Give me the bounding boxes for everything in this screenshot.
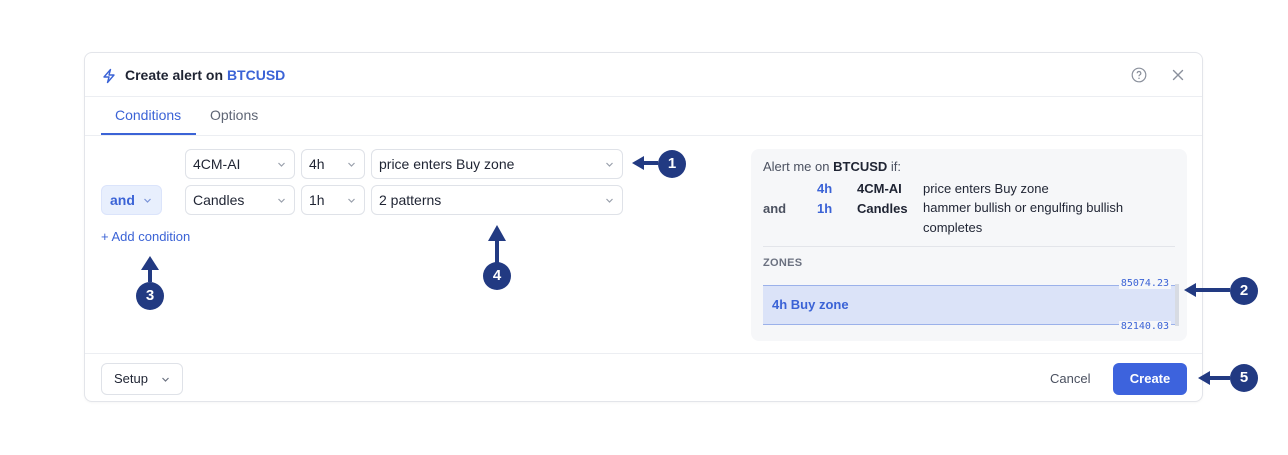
indicator-select-1[interactable]: 4CM-AI (185, 149, 295, 179)
arrow-left-icon (1184, 283, 1230, 297)
setup-label: Setup (114, 371, 148, 386)
arrow-left-icon (632, 156, 658, 170)
zone-scrollbar[interactable] (1175, 284, 1179, 326)
dialog-footer: Setup Cancel Create (85, 353, 1202, 402)
timeframe-select-2[interactable]: 1h (301, 185, 365, 215)
indicator-select-2-value: Candles (193, 192, 245, 208)
annotation-marker-3: 3 (136, 282, 164, 310)
tab-conditions[interactable]: Conditions (115, 107, 181, 123)
summary-symbol: BTCUSD (833, 159, 888, 174)
condition-select-1-value: price enters Buy zone (379, 156, 515, 172)
indicator-select-2[interactable]: Candles (185, 185, 295, 215)
annotation-marker-4: 4 (483, 262, 511, 290)
alert-summary-panel: Alert me on BTCUSD if: 4h 4CM-AI price e… (751, 149, 1187, 341)
summary-row-2-operator: and (763, 201, 787, 216)
summary-lead: Alert me on BTCUSD if: (763, 159, 901, 174)
chevron-down-icon (278, 198, 285, 203)
zone-bar: 4h Buy zone 85074.23 82140.03 (763, 278, 1179, 332)
tab-bar: Conditions Options (85, 97, 1202, 136)
zone-name: 4h Buy zone (772, 297, 849, 312)
close-icon[interactable] (1171, 68, 1185, 82)
create-button[interactable]: Create (1113, 363, 1187, 395)
summary-row-1-timeframe: 4h (817, 181, 833, 196)
arrow-left-icon (1198, 371, 1230, 385)
timeframe-select-1[interactable]: 4h (301, 149, 365, 179)
operator-select-value: and (110, 192, 135, 208)
summary-divider (763, 246, 1175, 247)
title-prefix: Create alert on (125, 67, 224, 83)
condition-select-2-value: 2 patterns (379, 192, 442, 208)
tab-options[interactable]: Options (210, 107, 258, 123)
summary-row-2-condition: hammer bullish or engulfing bullish comp… (923, 200, 1124, 235)
annotation-marker-1: 1 (658, 150, 686, 178)
dialog-title: Create alert on BTCUSD (125, 67, 285, 83)
operator-select[interactable]: and (101, 185, 162, 215)
chevron-down-icon (144, 198, 151, 203)
chevron-down-icon (278, 162, 285, 167)
condition-select-2[interactable]: 2 patterns (371, 185, 623, 215)
zone-upper-price: 85074.23 (1118, 278, 1171, 289)
summary-lead-suffix: if: (890, 159, 902, 174)
zone-lower-price: 82140.03 (1118, 321, 1171, 332)
annotation-marker-5: 5 (1230, 364, 1258, 392)
help-icon[interactable] (1131, 67, 1147, 83)
condition-select-1[interactable]: price enters Buy zone (371, 149, 623, 179)
lightning-icon (103, 68, 115, 84)
arrow-up-icon (488, 225, 506, 263)
chevron-down-icon (606, 162, 613, 167)
zones-heading: ZONES (763, 257, 803, 269)
create-alert-dialog: Create alert on BTCUSD Conditions Option… (84, 52, 1203, 402)
summary-row-1-condition: price enters Buy zone (923, 181, 1049, 196)
annotation-marker-2: 2 (1230, 277, 1258, 305)
chevron-down-icon (606, 198, 613, 203)
cancel-button[interactable]: Cancel (1050, 371, 1090, 386)
active-tab-indicator (101, 133, 196, 135)
arrow-up-icon (141, 256, 159, 282)
add-condition-link[interactable]: + Add condition (101, 229, 190, 244)
indicator-select-1-value: 4CM-AI (193, 156, 241, 172)
chevron-down-icon (348, 162, 355, 167)
summary-row-2-timeframe: 1h (817, 201, 833, 216)
dialog-header: Create alert on BTCUSD (85, 53, 1202, 97)
summary-row-2-indicator: Candles (857, 201, 908, 216)
setup-button[interactable]: Setup (101, 363, 183, 395)
timeframe-select-2-value: 1h (309, 192, 325, 208)
summary-lead-text: Alert me on (763, 159, 830, 174)
summary-row-1-indicator: 4CM-AI (857, 181, 902, 196)
chevron-down-icon (162, 377, 169, 382)
timeframe-select-1-value: 4h (309, 156, 325, 172)
chevron-down-icon (348, 198, 355, 203)
title-symbol: BTCUSD (226, 67, 286, 83)
